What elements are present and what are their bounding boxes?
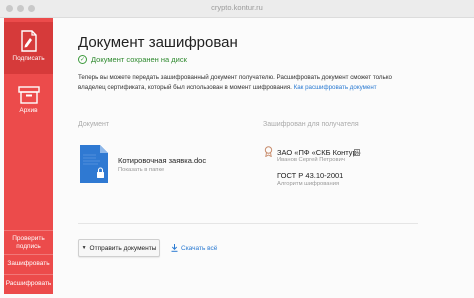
certificate-organization: ЗАО «ПФ «СКБ Контур» xyxy=(277,148,361,157)
sidebar-item-label: подпись xyxy=(16,243,41,250)
sign-document-icon xyxy=(20,30,37,52)
check-circle-icon: ✓ xyxy=(78,55,87,64)
certificate-info-icon[interactable]: i xyxy=(354,149,360,156)
download-all-label: Скачать всё xyxy=(181,244,218,252)
sidebar-divider xyxy=(4,230,53,231)
recipient-column-label: Зашифрован для получателя xyxy=(263,121,359,128)
send-documents-button[interactable]: ▼ Отправить документы xyxy=(78,239,160,257)
document-column-label: Документ xyxy=(78,121,110,128)
encryption-standard: ГОСТ Р 43.10-2001 xyxy=(277,171,344,180)
download-all-link[interactable]: Скачать всё xyxy=(171,244,217,252)
sidebar-item-label: Подписать xyxy=(12,55,45,62)
sidebar-divider xyxy=(4,254,53,255)
sidebar-item-decrypt[interactable]: Расшифровать xyxy=(4,280,53,288)
encrypted-file-icon xyxy=(80,145,108,183)
save-status: ✓ Документ сохранен на диск xyxy=(78,55,187,64)
sidebar-item-encrypt[interactable]: Зашифровать xyxy=(4,260,53,268)
encryption-algorithm-label: Алгоритм шифрования xyxy=(277,181,340,187)
sidebar: Подписать Архив Проверить подпись Зашифр… xyxy=(4,18,53,294)
sidebar-item-label: Проверить xyxy=(12,235,45,242)
sidebar-item-label: Расшифровать xyxy=(5,280,52,287)
sidebar-item-archive[interactable]: Архив xyxy=(4,76,53,128)
sidebar-item-label: Зашифровать xyxy=(7,260,50,267)
show-in-folder-link[interactable]: Показать в папке xyxy=(118,167,164,173)
title-bar: crypto.kontur.ru xyxy=(0,0,474,18)
section-divider xyxy=(78,223,418,224)
instructions-text: Теперь вы можете передать зашифрованный … xyxy=(78,73,408,93)
archive-box-icon xyxy=(17,86,40,104)
how-to-decrypt-link[interactable]: Как расшифровать документ xyxy=(294,84,377,91)
main-content: Документ зашифрован ✓ Документ сохранен … xyxy=(58,18,470,294)
send-button-label: Отправить документы xyxy=(89,244,157,252)
sidebar-item-label: Архив xyxy=(19,107,38,114)
app-window: crypto.kontur.ru Подписать Архив Провери… xyxy=(0,0,474,298)
sidebar-item-verify-signature[interactable]: Проверить подпись xyxy=(4,232,53,251)
address-text: crypto.kontur.ru xyxy=(211,3,263,12)
certificate-seal-icon xyxy=(264,146,273,157)
sidebar-item-sign[interactable]: Подписать xyxy=(4,22,53,74)
download-icon xyxy=(171,244,178,252)
certificate-owner: Иванов Сергей Петрович xyxy=(277,157,345,163)
sidebar-divider xyxy=(4,274,53,275)
save-status-text: Документ сохранен на диск xyxy=(91,55,187,64)
document-name: Котировочная заявка.doc xyxy=(118,156,207,165)
page-title: Документ зашифрован xyxy=(78,34,238,51)
dropdown-triangle-icon: ▼ xyxy=(81,245,87,251)
